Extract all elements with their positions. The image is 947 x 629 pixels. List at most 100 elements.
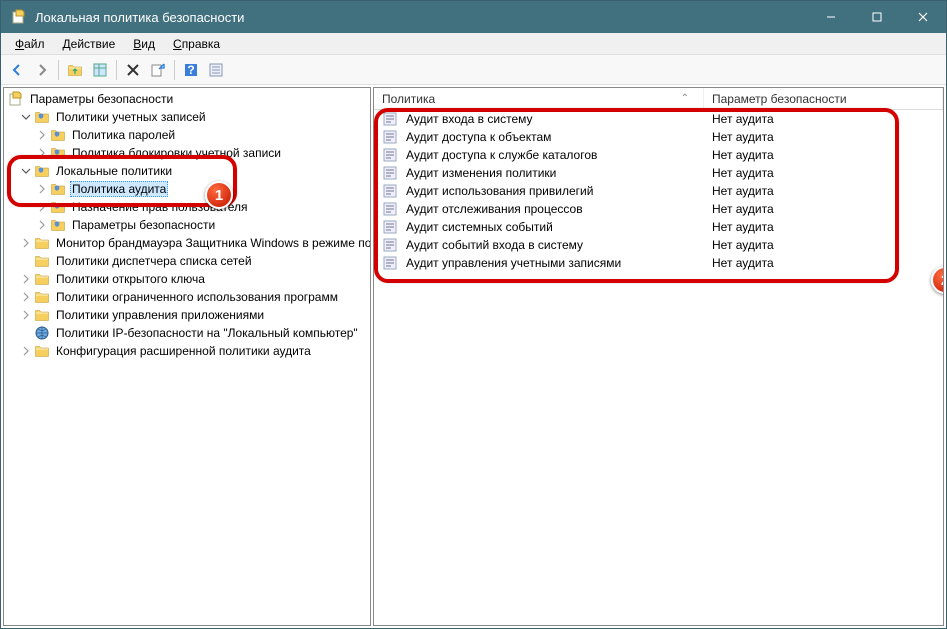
chevron-right-icon[interactable] — [36, 147, 48, 159]
policy-param: Нет аудита — [712, 130, 774, 144]
menu-view[interactable]: Вид — [125, 35, 163, 53]
globe-icon — [34, 325, 50, 341]
root-icon — [8, 91, 24, 107]
policy-param: Нет аудита — [712, 112, 774, 126]
list-body: Аудит входа в системуНет аудитаАудит дос… — [374, 110, 943, 272]
chevron-right-icon[interactable] — [36, 183, 48, 195]
tree-label: Конфигурация расширенной политики аудита — [54, 344, 313, 358]
list-row[interactable]: Аудит управления учетными записями Нет ау… — [374, 254, 943, 272]
policy-param: Нет аудита — [712, 202, 774, 216]
toolbar — [1, 55, 946, 85]
minimize-button[interactable] — [808, 1, 854, 33]
policy-name: Аудит системных событий — [406, 220, 553, 234]
chevron-right-icon[interactable] — [36, 219, 48, 231]
column-header-policy[interactable]: Политика ⌃ — [374, 88, 704, 109]
tree-label: Политика блокировки учетной записи — [70, 146, 283, 160]
panels-button[interactable] — [88, 58, 112, 82]
tree-item-software-restrict[interactable]: Политики ограниченного использования про… — [4, 288, 370, 306]
tree-item-audit-policy[interactable]: Политика аудита — [4, 180, 370, 198]
tree-item-rights-assignment[interactable]: Назначение прав пользователя — [4, 198, 370, 216]
chevron-right-icon[interactable] — [20, 345, 32, 357]
tree-item-network-list[interactable]: Политики диспетчера списка сетей — [4, 252, 370, 270]
tree-label: Политики управления приложениями — [54, 308, 266, 322]
list-row[interactable]: Аудит доступа к объектамНет аудита — [374, 128, 943, 146]
export-button[interactable] — [146, 58, 170, 82]
folder-icon — [50, 127, 66, 143]
tree-item-security-options[interactable]: Параметры безопасности — [4, 216, 370, 234]
chevron-down-icon[interactable] — [20, 111, 32, 123]
list-row[interactable]: Аудит использования привилегийНет аудита — [374, 182, 943, 200]
tree-label: Политики учетных записей — [54, 110, 208, 124]
chevron-down-icon[interactable] — [20, 165, 32, 177]
list-row[interactable]: Аудит системных событий Нет аудита — [374, 218, 943, 236]
folder-icon — [50, 199, 66, 215]
menubar: Файл Действие Вид Справка — [1, 33, 946, 55]
policy-param: Нет аудита — [712, 256, 774, 270]
toolbar-separator — [116, 60, 117, 80]
tree-root[interactable]: Параметры безопасности — [4, 90, 370, 108]
tree-item-advanced-audit[interactable]: Конфигурация расширенной политики аудита — [4, 342, 370, 360]
list-row[interactable]: Аудит доступа к службе каталоговНет ауди… — [374, 146, 943, 164]
tree: Параметры безопасности Политики учетных … — [4, 88, 370, 362]
chevron-right-icon[interactable] — [20, 291, 32, 303]
help-button[interactable] — [179, 58, 203, 82]
tree-label: Параметры безопасности — [28, 92, 175, 106]
policy-name: Аудит управления учетными записями — [406, 256, 621, 270]
tree-pane[interactable]: Параметры безопасности Политики учетных … — [3, 87, 371, 626]
list-row[interactable]: Аудит входа в системуНет аудита — [374, 110, 943, 128]
policy-item-icon — [382, 255, 398, 271]
forward-button[interactable] — [30, 58, 54, 82]
up-button[interactable] — [63, 58, 87, 82]
policy-item-icon — [382, 237, 398, 253]
tree-item-lockout-policy[interactable]: Политика блокировки учетной записи — [4, 144, 370, 162]
delete-button[interactable] — [121, 58, 145, 82]
tree-item-password-policy[interactable]: Политика паролей — [4, 126, 370, 144]
policy-item-icon — [382, 183, 398, 199]
chevron-right-icon[interactable] — [20, 309, 32, 321]
list-row[interactable]: Аудит отслеживания процессовНет аудита — [374, 200, 943, 218]
toolbar-separator — [58, 60, 59, 80]
policy-item-icon — [382, 129, 398, 145]
tree-label: Локальные политики — [54, 164, 174, 178]
chevron-right-icon[interactable] — [20, 273, 32, 285]
chevron-right-icon[interactable] — [36, 129, 48, 141]
sort-indicator-icon: ⌃ — [681, 93, 695, 104]
chevron-right-icon[interactable] — [36, 201, 48, 213]
tree-item-firewall[interactable]: Монитор брандмауэра Защитника Windows в … — [4, 234, 370, 252]
folder-icon — [50, 145, 66, 161]
list-pane[interactable]: Политика ⌃ Параметр безопасности Аудит в… — [373, 87, 944, 626]
policy-item-icon — [382, 201, 398, 217]
menu-file[interactable]: Файл — [7, 35, 53, 53]
titlebar[interactable]: Локальная политика безопасности — [1, 1, 946, 33]
tree-label: Политики ограниченного использования про… — [54, 290, 340, 304]
folder-icon — [50, 217, 66, 233]
policy-item-icon — [382, 111, 398, 127]
header-label: Политика — [382, 92, 435, 106]
properties-button[interactable] — [204, 58, 228, 82]
policy-param: Нет аудита — [712, 220, 774, 234]
tree-item-local-policies[interactable]: Локальные политики — [4, 162, 370, 180]
list-row[interactable]: Аудит изменения политикиНет аудита — [374, 164, 943, 182]
toolbar-separator — [174, 60, 175, 80]
menu-help[interactable]: Справка — [165, 35, 228, 53]
tree-label: Политика паролей — [70, 128, 177, 142]
window-title: Локальная политика безопасности — [35, 10, 808, 25]
menu-action[interactable]: Действие — [55, 35, 124, 53]
column-header-param[interactable]: Параметр безопасности — [704, 88, 943, 109]
policy-item-icon — [382, 147, 398, 163]
tree-item-ipsec[interactable]: Политики IP-безопасности на "Локальный к… — [4, 324, 370, 342]
tree-item-public-key[interactable]: Политики открытого ключа — [4, 270, 370, 288]
tree-label: Назначение прав пользователя — [70, 200, 250, 214]
maximize-button[interactable] — [854, 1, 900, 33]
policy-name: Аудит использования привилегий — [406, 184, 593, 198]
tree-item-account-policies[interactable]: Политики учетных записей — [4, 108, 370, 126]
close-button[interactable] — [900, 1, 946, 33]
back-button[interactable] — [5, 58, 29, 82]
list-header: Политика ⌃ Параметр безопасности — [374, 88, 943, 110]
list-row[interactable]: Аудит событий входа в системуНет аудита — [374, 236, 943, 254]
header-label: Параметр безопасности — [712, 92, 847, 106]
tree-label: Параметры безопасности — [70, 218, 217, 232]
chevron-right-icon[interactable] — [20, 237, 32, 249]
tree-item-app-control[interactable]: Политики управления приложениями — [4, 306, 370, 324]
tree-label: Монитор брандмауэра Защитника Windows в … — [54, 236, 371, 250]
